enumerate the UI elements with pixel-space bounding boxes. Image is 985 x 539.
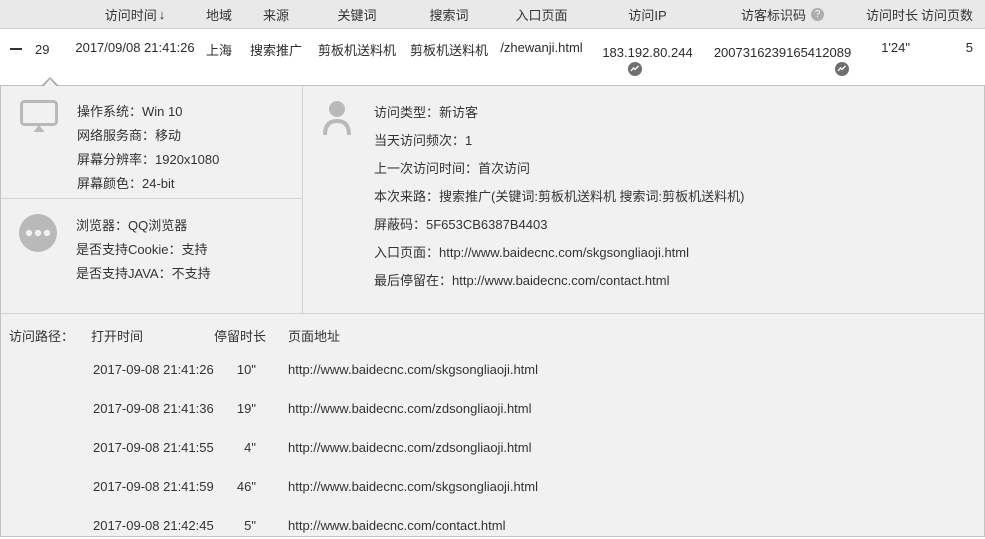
detail-top-area: 操作系统：Win 10 网络服务商：移动 屏幕分辨率：1920x1080 屏幕颜… — [1, 86, 984, 314]
browser-icon — [19, 214, 57, 252]
os-line: 操作系统：Win 10 — [77, 100, 219, 124]
search-term-value: 剪板机送料机 — [405, 29, 493, 85]
person-icon — [319, 99, 355, 137]
ip-trend-chart-icon[interactable] — [628, 62, 642, 76]
column-header-visit-ip: 访问IP — [590, 5, 705, 24]
pages-value: 5 — [918, 29, 985, 85]
visit-path-section: 访问路径： 打开时间 停留时长 页面地址 2017-09-08 21:41:26… — [1, 314, 984, 539]
visitor-row: 29 2017/09/08 21:41:26 上海 搜索推广 剪板机送料机 剪板… — [0, 29, 985, 85]
page-url: http://www.baidecnc.com/skgsongliaoji.ht… — [281, 350, 538, 389]
visitor-id-trend-icon-row — [705, 62, 860, 80]
color-depth-line: 屏幕颜色：24-bit — [77, 172, 219, 196]
open-time: 2017-09-08 21:41:55 — [91, 428, 214, 467]
page-url: http://www.baidecnc.com/zdsongliaoji.htm… — [281, 428, 532, 467]
column-header-keyword: 关键词 — [309, 5, 405, 24]
ip-trend-icon-row — [590, 62, 705, 80]
system-info-lines: 操作系统：Win 10 网络服务商：移动 屏幕分辨率：1920x1080 屏幕颜… — [77, 100, 219, 198]
referrer-line: 本次来路：搜索推广(关键词:剪板机送料机 搜索词:剪板机送料机) — [374, 183, 745, 211]
last-page-line: 最后停留在：http://www.baidecnc.com/contact.ht… — [374, 267, 745, 295]
browser-line: 浏览器：QQ浏览器 — [76, 214, 211, 238]
stay-duration: 46" — [214, 467, 281, 506]
resolution-line: 屏幕分辨率：1920x1080 — [77, 148, 219, 172]
open-time: 2017-09-08 21:42:45 — [91, 506, 214, 539]
cookie-line: 是否支持Cookie：支持 — [76, 238, 211, 262]
open-time: 2017-09-08 21:41:59 — [91, 467, 214, 506]
browser-info-lines: 浏览器：QQ浏览器 是否支持Cookie：支持 是否支持JAVA：不支持 — [76, 214, 211, 313]
duration-value: 1'24" — [860, 29, 918, 85]
visitor-id-cell: 2007316239165412089 — [705, 29, 860, 85]
visit-ip-value: 183.192.80.244 — [590, 45, 705, 60]
browser-info-box: 浏览器：QQ浏览器 是否支持Cookie：支持 是否支持JAVA：不支持 — [1, 199, 302, 313]
stay-duration: 4" — [214, 428, 281, 467]
stay-duration: 19" — [214, 389, 281, 428]
visit-type-line: 访问类型：新访客 — [374, 99, 745, 127]
monitor-icon — [20, 100, 58, 133]
path-row: 2017-09-08 21:41:36 19" http://www.baide… — [1, 389, 984, 428]
row-index-cell: 29 — [0, 29, 75, 85]
help-icon[interactable]: ? — [811, 8, 824, 21]
visit-time-value: 2017/09/08 21:41:26 — [75, 29, 195, 85]
keyword-value: 剪板机送料机 — [309, 29, 405, 85]
visit-log-header: 访问时间 ↓ 地域 来源 关键词 搜索词 入口页面 访问IP 访客标识码 ? 访… — [0, 0, 985, 29]
visitor-id-value: 2007316239165412089 — [705, 45, 860, 60]
sort-desc-icon: ↓ — [159, 7, 166, 22]
column-header-search-term: 搜索词 — [405, 5, 493, 24]
visit-ip-cell: 183.192.80.244 — [590, 29, 705, 85]
visit-path-label: 访问路径： — [1, 323, 91, 350]
visitor-info-box: 访问类型：新访客 当天访问频次：1 上一次访问时间：首次访问 本次来路：搜索推广… — [303, 86, 984, 313]
column-header-visit-time[interactable]: 访问时间 ↓ — [75, 5, 195, 24]
visitor-info-lines: 访问类型：新访客 当天访问频次：1 上一次访问时间：首次访问 本次来路：搜索推广… — [374, 99, 745, 313]
visit-path-header: 访问路径： 打开时间 停留时长 页面地址 — [1, 323, 984, 350]
stay-duration: 5" — [214, 506, 281, 539]
detail-left-column: 操作系统：Win 10 网络服务商：移动 屏幕分辨率：1920x1080 屏幕颜… — [1, 86, 303, 313]
day-frequency-line: 当天访问频次：1 — [374, 127, 745, 155]
java-line: 是否支持JAVA：不支持 — [76, 262, 211, 286]
system-info-box: 操作系统：Win 10 网络服务商：移动 屏幕分辨率：1920x1080 屏幕颜… — [1, 86, 302, 199]
path-row: 2017-09-08 21:42:45 5" http://www.baidec… — [1, 506, 984, 539]
visitor-detail-panel: 操作系统：Win 10 网络服务商：移动 屏幕分辨率：1920x1080 屏幕颜… — [0, 85, 985, 537]
path-row: 2017-09-08 21:41:59 46" http://www.baide… — [1, 467, 984, 506]
block-code-line: 屏蔽码：5F653CB6387B4403 — [374, 211, 745, 239]
entry-page-value: /zhewanji.html — [493, 29, 590, 85]
column-header-duration: 访问时长 — [860, 5, 918, 24]
path-row: 2017-09-08 21:41:26 10" http://www.baide… — [1, 350, 984, 389]
page-url: http://www.baidecnc.com/contact.html — [281, 506, 505, 539]
last-visit-line: 上一次访问时间：首次访问 — [374, 155, 745, 183]
column-header-pages: 访问页数 — [918, 5, 985, 24]
open-time: 2017-09-08 21:41:36 — [91, 389, 214, 428]
path-row: 2017-09-08 21:41:55 4" http://www.baidec… — [1, 428, 984, 467]
entry-page-line: 入口页面：http://www.baidecnc.com/skgsongliao… — [374, 239, 745, 267]
page-url-header: 页面地址 — [281, 323, 340, 350]
stay-duration: 10" — [214, 350, 281, 389]
column-header-entry-page: 入口页面 — [493, 5, 590, 24]
column-header-source: 来源 — [243, 5, 309, 24]
stay-duration-header: 停留时长 — [214, 323, 281, 350]
collapse-row-button[interactable] — [10, 48, 22, 50]
page-url: http://www.baidecnc.com/skgsongliaoji.ht… — [281, 467, 538, 506]
column-header-visitor-id: 访客标识码 ? — [705, 5, 860, 24]
open-time: 2017-09-08 21:41:26 — [91, 350, 214, 389]
visitor-id-trend-chart-icon[interactable] — [835, 62, 849, 76]
source-value: 搜索推广 — [243, 29, 309, 85]
visit-time-label: 访问时间 — [105, 5, 157, 24]
column-header-region: 地域 — [195, 5, 243, 24]
isp-line: 网络服务商：移动 — [77, 124, 219, 148]
page-url: http://www.baidecnc.com/zdsongliaoji.htm… — [281, 389, 532, 428]
region-value: 上海 — [195, 29, 243, 85]
open-time-header: 打开时间 — [91, 323, 214, 350]
